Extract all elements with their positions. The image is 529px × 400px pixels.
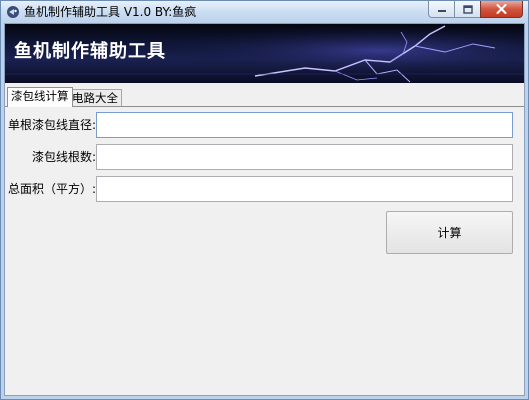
wire-count-input[interactable]: [96, 144, 513, 170]
window-controls: [428, 1, 523, 19]
banner-title: 鱼机制作辅助工具: [14, 41, 166, 62]
client-area: 鱼机制作辅助工具 漆包线计算 电路大全 单根漆包线直径: 漆包线根数: 总面积（…: [4, 23, 525, 396]
total-area-input[interactable]: [96, 176, 513, 202]
minimize-button[interactable]: [428, 1, 454, 18]
wire-count-label: 漆包线根数:: [31, 150, 96, 164]
maximize-button[interactable]: [454, 1, 480, 18]
diameter-input[interactable]: [96, 112, 513, 138]
calculate-button[interactable]: 计算: [386, 211, 513, 254]
tab-panel-wire-calc: 单根漆包线直径: 漆包线根数: 总面积（平方）: 计算: [5, 106, 524, 395]
close-icon: [496, 4, 507, 14]
total-area-label: 总面积（平方）:: [7, 182, 96, 196]
header-banner: 鱼机制作辅助工具: [5, 24, 524, 83]
tab-strip: 漆包线计算 电路大全: [5, 87, 524, 107]
diameter-label: 单根漆包线直径:: [7, 118, 96, 132]
tab-wire-calc[interactable]: 漆包线计算: [7, 87, 73, 107]
maximize-icon: [462, 4, 473, 14]
minimize-icon: [437, 10, 446, 12]
window-title: 鱼机制作辅助工具 V1.0 BY:鱼疯: [24, 5, 197, 19]
app-window: 鱼机制作辅助工具 V1.0 BY:鱼疯 鱼机制作辅助工具 漆包线计算 电路大全 …: [0, 0, 529, 400]
title-bar[interactable]: 鱼机制作辅助工具 V1.0 BY:鱼疯: [1, 1, 528, 23]
close-button[interactable]: [480, 1, 523, 18]
tab-circuits[interactable]: 电路大全: [68, 89, 122, 106]
app-fish-icon: [7, 6, 19, 18]
